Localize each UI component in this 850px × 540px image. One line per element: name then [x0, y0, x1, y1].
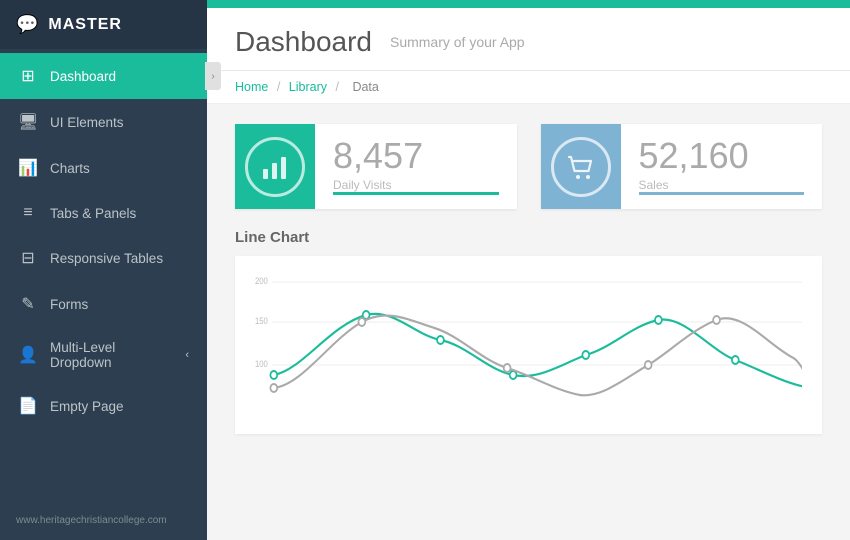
breadcrumb-sep2: /	[335, 80, 342, 94]
footer-text: www.heritagechristiancollege.com	[16, 515, 167, 526]
sidebar-item-label: Responsive Tables	[50, 251, 189, 266]
stat-icon-teal	[235, 124, 315, 209]
sidebar-item-label: Empty Page	[50, 399, 189, 414]
sidebar-item-label: Forms	[50, 297, 189, 312]
dashboard-icon: ⊞	[18, 66, 38, 86]
stat-info-sales: 52,160 Sales	[621, 124, 823, 209]
page-subtitle: Summary of your App	[384, 34, 525, 50]
chart-section: Line Chart 200 150 100	[207, 219, 850, 540]
ui-elements-icon: 🖥	[18, 112, 38, 132]
chart-container: 200 150 100	[235, 256, 822, 434]
sidebar-item-responsive-tables[interactable]: ⊟ Responsive Tables	[0, 235, 207, 281]
charts-icon: 📊	[18, 158, 38, 178]
sidebar-item-forms[interactable]: ✎ Forms	[0, 281, 207, 327]
stat-icon-blue	[541, 124, 621, 209]
sidebar-footer: www.heritagechristiancollege.com	[0, 498, 207, 540]
daily-visits-label: Daily Visits	[333, 178, 499, 192]
line-chart-svg: 200 150 100	[255, 272, 802, 422]
chart-title: Line Chart	[235, 229, 822, 246]
sales-value: 52,160	[639, 138, 805, 174]
daily-visits-icon	[245, 137, 305, 197]
sidebar-toggle[interactable]: ›	[205, 62, 221, 90]
daily-visits-value: 8,457	[333, 138, 499, 174]
empty-page-icon: 📄	[18, 396, 38, 416]
svg-text:200: 200	[255, 275, 268, 286]
stat-info-daily-visits: 8,457 Daily Visits	[315, 124, 517, 209]
sidebar: 💬 MASTER ⊞ Dashboard › 🖥 UI Elements 📊 C…	[0, 0, 207, 540]
breadcrumb: Home / Library / Data	[207, 71, 850, 104]
svg-text:150: 150	[255, 315, 268, 326]
app-name: MASTER	[48, 16, 122, 34]
breadcrumb-current: Data	[352, 80, 378, 94]
sidebar-item-ui-elements[interactable]: 🖥 UI Elements	[0, 99, 207, 145]
stat-card-daily-visits: 8,457 Daily Visits	[235, 124, 517, 209]
sidebar-item-charts[interactable]: 📊 Charts	[0, 145, 207, 191]
forms-icon: ✎	[18, 294, 38, 314]
sales-bar	[639, 192, 805, 195]
main-content: Dashboard Summary of your App Home / Lib…	[207, 0, 850, 540]
sidebar-item-empty-page[interactable]: 📄 Empty Page	[0, 383, 207, 429]
sidebar-nav: ⊞ Dashboard › 🖥 UI Elements 📊 Charts ≡ T…	[0, 49, 207, 498]
breadcrumb-home[interactable]: Home	[235, 80, 268, 94]
top-bar	[207, 0, 850, 8]
stat-card-sales: 52,160 Sales	[541, 124, 823, 209]
sidebar-item-dashboard[interactable]: ⊞ Dashboard ›	[0, 53, 207, 99]
sidebar-item-multi-level[interactable]: 👤 Multi-Level Dropdown ‹	[0, 327, 207, 383]
sidebar-item-label: Dashboard	[50, 69, 189, 84]
sidebar-item-label: Tabs & Panels	[50, 206, 189, 221]
sidebar-item-label: Charts	[50, 161, 189, 176]
sidebar-item-label: UI Elements	[50, 115, 189, 130]
svg-text:100: 100	[255, 358, 268, 369]
sales-label: Sales	[639, 178, 805, 192]
sidebar-item-tabs-panels[interactable]: ≡ Tabs & Panels	[0, 191, 207, 235]
sidebar-logo: 💬 MASTER	[0, 0, 207, 49]
daily-visits-bar	[333, 192, 499, 195]
sales-icon	[551, 137, 611, 197]
page-title: Dashboard	[235, 26, 372, 58]
tabs-icon: ≡	[18, 204, 38, 222]
logo-icon: 💬	[16, 14, 38, 35]
breadcrumb-sep: /	[277, 80, 284, 94]
tables-icon: ⊟	[18, 248, 38, 268]
sidebar-item-label: Multi-Level Dropdown	[50, 340, 173, 370]
multi-level-icon: 👤	[18, 345, 38, 365]
stats-row: 8,457 Daily Visits	[207, 104, 850, 219]
breadcrumb-library[interactable]: Library	[289, 80, 327, 94]
content-header: Dashboard Summary of your App	[207, 8, 850, 71]
dropdown-arrow: ‹	[185, 349, 189, 361]
